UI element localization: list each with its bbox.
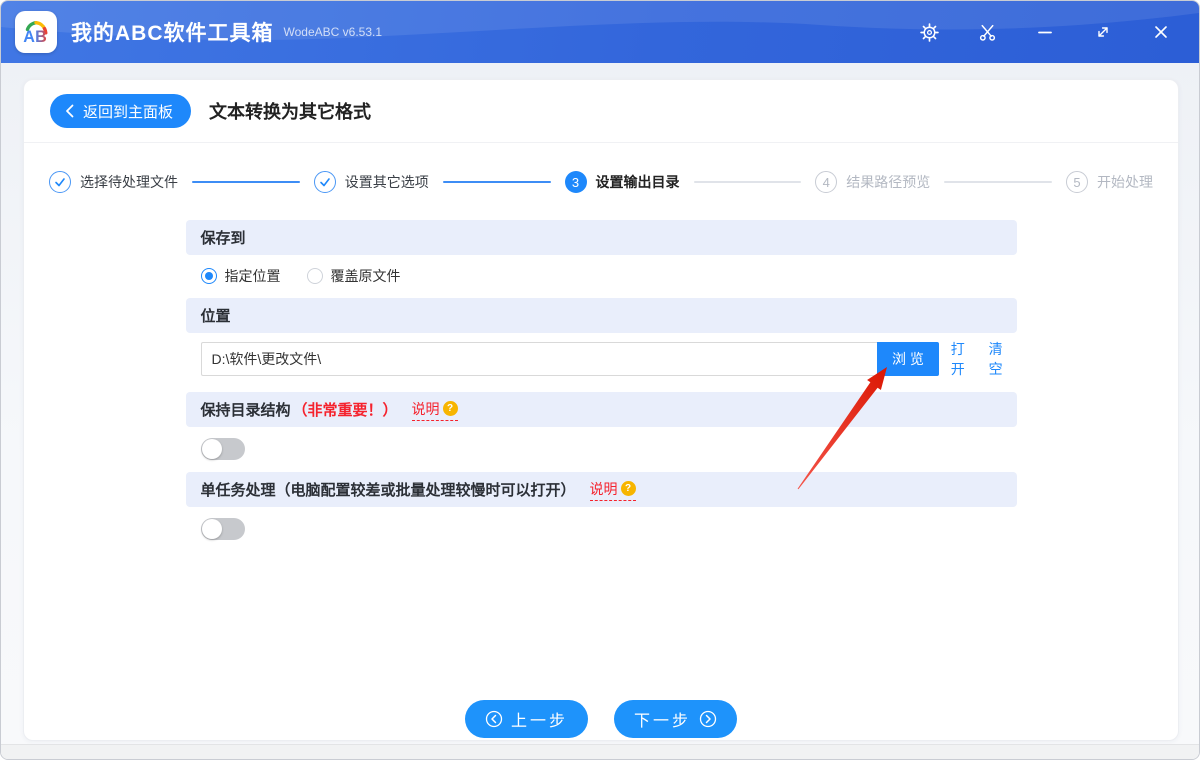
previous-step-button[interactable]: 上一步: [464, 700, 588, 738]
step-wizard: 选择待处理文件 设置其它选项 3 设置输出目录 4 结果路径预览 5 开始处理: [24, 168, 1178, 196]
save-to-section-header: 保存到: [185, 220, 1017, 255]
step-3-label: 设置输出目录: [595, 174, 680, 190]
step-1-select-files: 选择待处理文件: [49, 171, 178, 193]
back-to-dashboard-button[interactable]: 返回到主面板: [50, 94, 192, 128]
radio-specified-location[interactable]: 指定位置: [200, 266, 281, 286]
step-2-check-icon: [313, 171, 336, 193]
back-button-label: 返回到主面板: [83, 103, 174, 121]
page-title: 文本转换为其它格式: [209, 102, 372, 122]
location-section-header: 位置: [185, 298, 1017, 333]
radio-unselected-icon: [306, 268, 323, 284]
step-3-output-directory: 3 设置输出目录: [564, 171, 680, 193]
single-task-toggle-row: [186, 507, 1017, 552]
step-5-number: 5: [1066, 171, 1088, 193]
previous-step-label: 上一步: [510, 713, 568, 730]
titlebar: A B 我的ABC软件工具箱 WodeABC v6.53.1: [1, 1, 1199, 63]
wizard-nav-footer: 上一步 下一步: [24, 700, 1178, 738]
step-4-label: 结果路径预览: [846, 174, 931, 190]
keep-structure-help-link[interactable]: 说明 ?: [411, 399, 458, 421]
app-title: 我的ABC软件工具箱: [71, 22, 274, 45]
chevron-left-icon: [66, 104, 74, 118]
radio-overwrite-label: 覆盖原文件: [330, 268, 401, 284]
browse-button[interactable]: 浏 览: [877, 342, 939, 376]
keep-structure-warning: （非常重要！）: [292, 402, 398, 419]
single-task-title: 单任务处理（电脑配置较差或批量处理较慢时可以打开）: [200, 482, 576, 499]
svg-text:A: A: [23, 28, 35, 46]
toggle-knob: [201, 439, 222, 459]
question-mark-icon: ?: [442, 401, 458, 416]
save-to-title: 保存到: [200, 230, 246, 247]
step-connector: [192, 181, 300, 183]
app-window: A B 我的ABC软件工具箱 WodeABC v6.53.1 返回到主面板 文本…: [0, 0, 1200, 760]
output-settings-form: 保存到 指定位置 覆盖原文件 位置 浏 览 打开 清空: [185, 220, 1017, 552]
step-3-number: 3: [564, 171, 587, 193]
question-mark-icon: ?: [620, 481, 636, 496]
help-link-label: 说明: [411, 400, 440, 417]
open-folder-link[interactable]: 打开: [951, 339, 979, 379]
circled-chevron-right-icon: [699, 710, 717, 728]
step-1-label: 选择待处理文件: [80, 174, 178, 190]
keep-structure-toggle-off[interactable]: [200, 438, 245, 460]
panel-header: 返回到主面板 文本转换为其它格式: [24, 80, 1178, 143]
app-version: WodeABC v6.53.1: [283, 25, 383, 39]
single-task-toggle-off[interactable]: [200, 518, 245, 540]
help-link-label: 说明: [589, 480, 618, 497]
minimize-icon[interactable]: [1035, 22, 1055, 42]
single-task-section-header: 单任务处理（电脑配置较差或批量处理较慢时可以打开） 说明 ?: [185, 472, 1017, 507]
location-title: 位置: [200, 308, 231, 325]
step-4-number: 4: [815, 171, 838, 193]
next-step-button[interactable]: 下一步: [614, 700, 738, 738]
app-logo-icon: A B: [23, 20, 48, 46]
output-path-input[interactable]: [200, 342, 878, 376]
location-input-row: 浏 览 打开 清空: [186, 333, 1017, 392]
step-connector: [693, 181, 802, 183]
main-panel: 返回到主面板 文本转换为其它格式 选择待处理文件 设置其它选项 3 设置输出目录…: [23, 79, 1179, 741]
step-connector: [944, 181, 1052, 183]
step-connector: [442, 181, 551, 183]
step-2-set-options: 设置其它选项: [313, 171, 429, 193]
single-task-help-link[interactable]: 说明 ?: [589, 479, 636, 501]
svg-text:B: B: [35, 28, 47, 46]
clear-path-link[interactable]: 清空: [989, 339, 1017, 379]
keep-structure-toggle-row: [186, 427, 1017, 472]
radio-selected-icon: [200, 268, 217, 284]
app-logo: A B: [15, 11, 57, 53]
save-to-options-row: 指定位置 覆盖原文件: [186, 255, 1017, 298]
window-controls: [919, 22, 1179, 42]
close-icon[interactable]: [1151, 22, 1171, 42]
step-2-label: 设置其它选项: [344, 174, 429, 190]
radio-overwrite-original[interactable]: 覆盖原文件: [306, 266, 401, 286]
step-4-result-preview: 4 结果路径预览: [815, 171, 930, 193]
window-bottom-strip: [1, 744, 1199, 759]
scissors-screenshot-icon[interactable]: [977, 22, 997, 42]
keep-structure-section-header: 保持目录结构 （非常重要！） 说明 ?: [185, 392, 1017, 427]
radio-specified-label: 指定位置: [224, 268, 281, 284]
settings-gear-icon[interactable]: [919, 22, 939, 42]
keep-structure-title: 保持目录结构: [200, 402, 291, 419]
step-1-check-icon: [49, 171, 71, 193]
next-step-label: 下一步: [634, 713, 692, 730]
step-5-start-processing: 5 开始处理: [1066, 171, 1153, 193]
toggle-knob: [201, 519, 222, 539]
step-5-label: 开始处理: [1097, 174, 1153, 190]
maximize-icon[interactable]: [1093, 22, 1113, 42]
circled-chevron-left-icon: [485, 710, 503, 728]
